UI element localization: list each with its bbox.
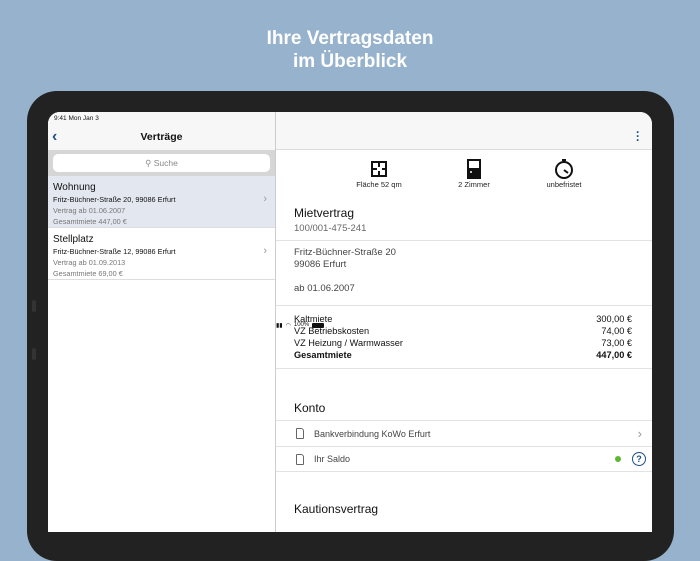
side-button (32, 348, 36, 360)
search-input[interactable]: ⚲ Suche (53, 154, 270, 172)
item-total: Gesamtmiete 447,00 € (53, 217, 127, 226)
status-time: 9:41 Mon Jan 3 (54, 115, 99, 122)
item-since: Vertrag ab 01.09.2013 (53, 258, 126, 267)
contract-item-wohnung[interactable]: Wohnung Fritz-Büchner-Straße 20, 99086 E… (48, 176, 275, 228)
screen: ‹ Verträge ⚲ Suche Wohnung Fritz-Büchner… (48, 112, 652, 532)
battery-percent: 100% (293, 322, 310, 328)
signal-icon: ▮▮ (276, 322, 283, 329)
item-since: Vertrag ab 01.06.2007 (53, 206, 126, 215)
chevron-right-icon: › (263, 245, 267, 257)
contract-item-stellplatz[interactable]: Stellplatz Fritz-Büchner-Straße 12, 9908… (48, 228, 275, 280)
headline: Ihre Vertragsdaten im Überblick (0, 27, 700, 73)
side-button (32, 300, 36, 312)
item-title: Stellplatz (53, 234, 94, 245)
contracts-pane: ‹ Verträge ⚲ Suche Wohnung Fritz-Büchner… (48, 112, 276, 532)
wifi-icon: ◠ (285, 322, 291, 329)
item-address: Fritz-Büchner-Straße 12, 99086 Erfurt (53, 247, 176, 256)
headline-line-1: Ihre Vertragsdaten (266, 28, 434, 49)
page-title: Verträge (140, 131, 183, 143)
search-placeholder: Suche (153, 158, 178, 168)
item-title: Wohnung (53, 182, 96, 193)
status-bar: 9:41 Mon Jan 3 ▮▮ ◠ 100% (48, 112, 652, 329)
battery-icon (312, 322, 325, 328)
item-total: Gesamtmiete 69,00 € (53, 269, 123, 278)
item-address: Fritz-Büchner-Straße 20, 99086 Erfurt (53, 195, 176, 204)
chevron-right-icon: › (263, 193, 267, 205)
headline-line-2: im Überblick (292, 51, 408, 72)
search-bar: ⚲ Suche (48, 150, 275, 176)
search-icon: ⚲ (145, 158, 154, 168)
